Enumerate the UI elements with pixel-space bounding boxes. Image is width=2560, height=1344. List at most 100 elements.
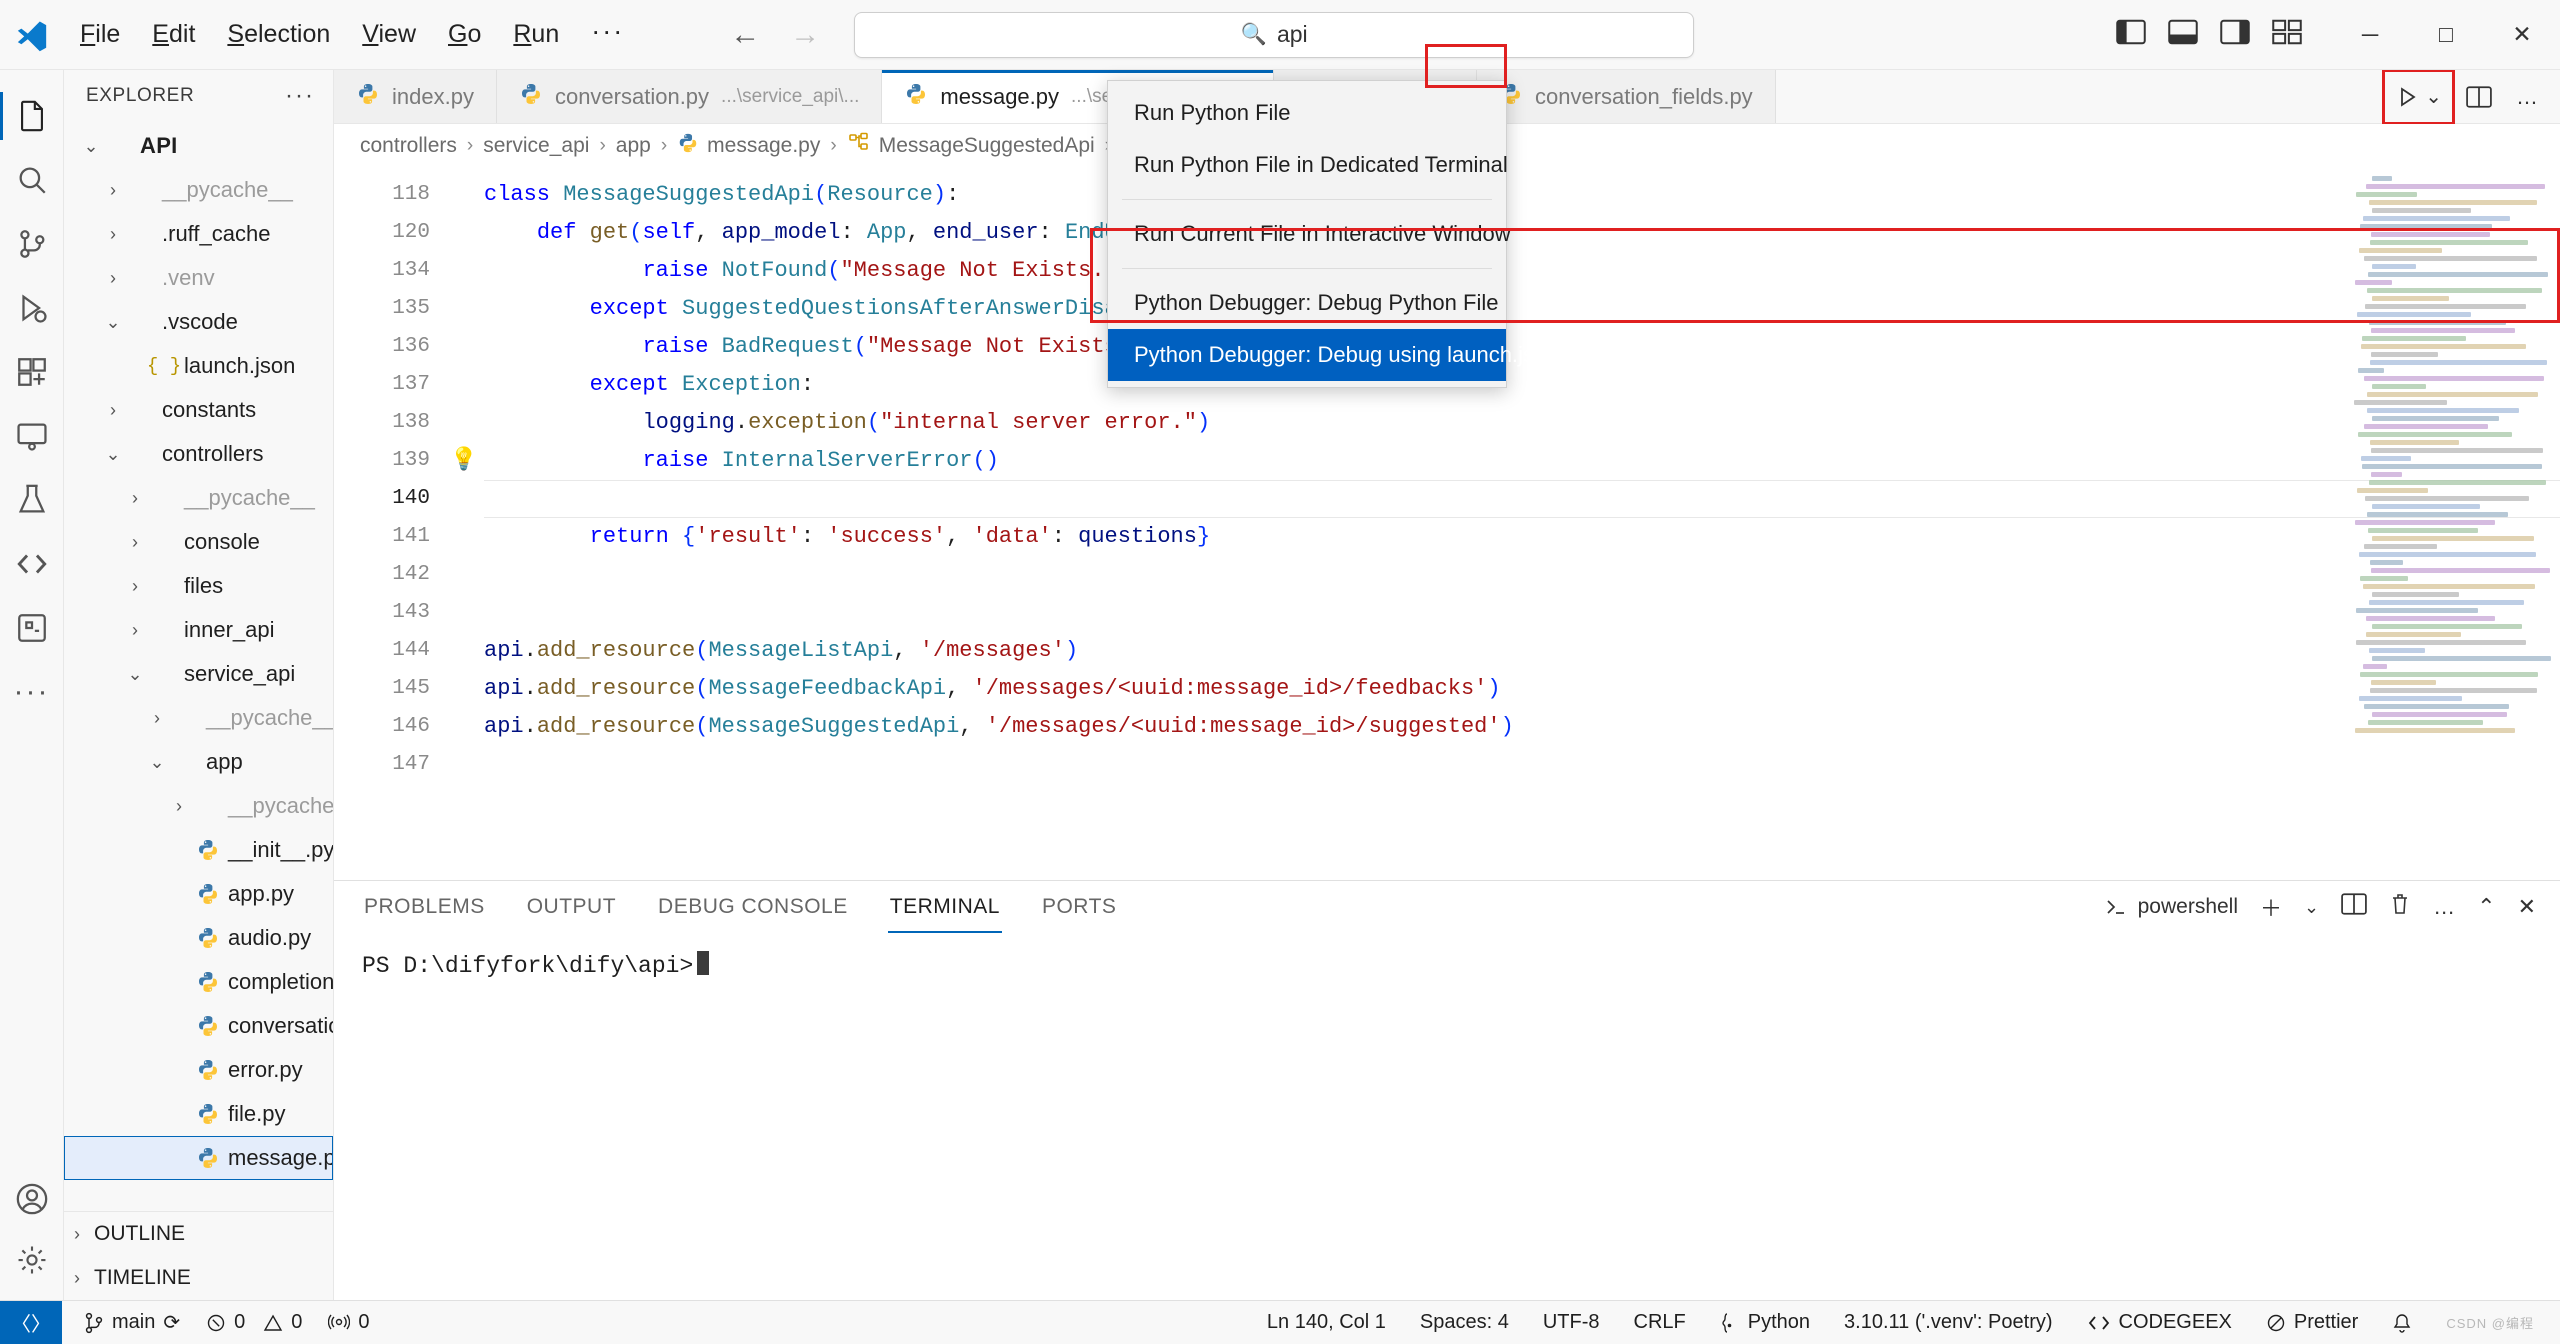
tree-item-app-py[interactable]: app.py xyxy=(64,872,333,916)
panel-tab-ports[interactable]: PORTS xyxy=(1040,881,1118,933)
activity-sql-tools[interactable] xyxy=(0,596,64,660)
section-timeline[interactable]: › TIMELINE xyxy=(64,1256,333,1300)
toggle-secondary-sidebar-icon[interactable] xyxy=(2220,19,2250,50)
code-line[interactable]: raise InternalServerError() xyxy=(484,442,2560,480)
tree-item-completion-py[interactable]: completion.py xyxy=(64,960,333,1004)
activity-run-and-debug[interactable] xyxy=(0,276,64,340)
status-problems[interactable]: 0 0 xyxy=(206,1311,302,1334)
menu-more[interactable]: ··· xyxy=(575,16,640,53)
status-ports[interactable]: 0 xyxy=(328,1311,370,1334)
tree-item-console[interactable]: › console xyxy=(64,520,333,564)
run-menu-item-1[interactable]: Run Python File in Dedicated Terminal xyxy=(1108,139,1508,191)
tree-item-inner-api[interactable]: › inner_api xyxy=(64,608,333,652)
tree-item-constants[interactable]: › constants xyxy=(64,388,333,432)
tree-item-audio-py[interactable]: audio.py xyxy=(64,916,333,960)
code-line[interactable]: api.add_resource(MessageFeedbackApi, '/m… xyxy=(484,670,2560,708)
tree-item-message-py[interactable]: message.py xyxy=(64,1136,333,1180)
status-interpreter[interactable]: 3.10.11 ('.venv': Poetry) xyxy=(1844,1311,2052,1334)
code-line[interactable]: api.add_resource(MessageSuggestedApi, '/… xyxy=(484,708,2560,746)
status-indentation[interactable]: Spaces: 4 xyxy=(1420,1311,1509,1334)
lightbulb-icon[interactable]: 💡 xyxy=(444,442,484,480)
tree-item-service-api[interactable]: ⌄ service_api xyxy=(64,652,333,696)
close-button[interactable]: ✕ xyxy=(2484,0,2560,70)
status-prettier[interactable]: Prettier xyxy=(2266,1311,2358,1334)
status-notifications[interactable] xyxy=(2392,1312,2412,1334)
breadcrumb-item-service-api[interactable]: service_api xyxy=(483,134,589,158)
tree-item---pycache--[interactable]: › __pycache__ xyxy=(64,168,333,212)
activity-source-control[interactable] xyxy=(0,212,64,276)
run-dropdown-chevron-icon[interactable]: ⌄ xyxy=(2425,84,2442,109)
activity-extensions[interactable] xyxy=(0,340,64,404)
explorer-more-icon[interactable]: ··· xyxy=(285,82,315,110)
tree-item-launch-json[interactable]: { } launch.json xyxy=(64,344,333,388)
breadcrumb-item-message-py[interactable]: message.py xyxy=(677,132,820,160)
tree-item---init---py[interactable]: __init__.py xyxy=(64,828,333,872)
terminal-content[interactable]: PS D:\difyfork\dify\api> xyxy=(334,933,2560,1300)
panel-tab-debug-console[interactable]: DEBUG CONSOLE xyxy=(656,881,850,933)
panel-tab-output[interactable]: OUTPUT xyxy=(525,881,618,933)
toggle-primary-sidebar-icon[interactable] xyxy=(2116,19,2146,50)
panel-more-actions-button[interactable]: … xyxy=(2433,894,2455,920)
tree-item---pycache--[interactable]: › __pycache__ xyxy=(64,476,333,520)
activity-remote-explorer[interactable] xyxy=(0,404,64,468)
code-line[interactable] xyxy=(484,746,2560,784)
code-line[interactable] xyxy=(484,594,2560,632)
activity-more-views[interactable]: ··· xyxy=(0,660,64,724)
status-branch[interactable]: main ⟳ xyxy=(84,1310,180,1335)
tree-item---pycache--[interactable]: › __pycache__ xyxy=(64,696,333,740)
panel-tab-terminal[interactable]: TERMINAL xyxy=(887,881,1003,933)
code-line[interactable]: class MessageSuggestedApi(Resource): xyxy=(484,176,2560,214)
run-menu-item-4[interactable]: Python Debugger: Debug using launch.json xyxy=(1108,329,1558,381)
code-line[interactable] xyxy=(484,556,2560,594)
split-terminal-button[interactable] xyxy=(2341,893,2367,921)
kill-terminal-button[interactable] xyxy=(2389,892,2411,922)
run-or-debug-button[interactable]: ⌄ xyxy=(2382,68,2455,125)
tree-item-error-py[interactable]: error.py xyxy=(64,1048,333,1092)
maximize-button[interactable]: □ xyxy=(2408,0,2484,70)
new-terminal-button[interactable]: ＋ xyxy=(2260,891,2282,923)
breadcrumb-item-messagesuggestedapi[interactable]: MessageSuggestedApi xyxy=(847,131,1095,161)
toggle-panel-icon[interactable] xyxy=(2168,19,2198,50)
tree-item-controllers[interactable]: ⌄ controllers xyxy=(64,432,333,476)
breadcrumb-item-app[interactable]: app xyxy=(616,134,651,158)
menu-go[interactable]: Go xyxy=(432,14,497,55)
editor-tab-conversation-py[interactable]: conversation.py ...\service_api\... xyxy=(496,70,883,123)
tree-item---pycache--[interactable]: › __pycache__ xyxy=(64,784,333,828)
tree-item--vscode[interactable]: ⌄ .vscode xyxy=(64,300,333,344)
activity-testing[interactable] xyxy=(0,468,64,532)
tree-item-conversation-py[interactable]: conversation.py xyxy=(64,1004,333,1048)
menu-view[interactable]: View xyxy=(346,14,432,55)
code-line[interactable]: api.add_resource(MessageListApi, '/messa… xyxy=(484,632,2560,670)
status-eol[interactable]: CRLF xyxy=(1634,1311,1686,1334)
editor-tab-index-py[interactable]: index.py xyxy=(334,70,497,123)
tree-item-files[interactable]: › files xyxy=(64,564,333,608)
customize-layout-icon[interactable] xyxy=(2272,19,2302,50)
menu-file[interactable]: File xyxy=(64,14,136,55)
tree-item--ruff-cache[interactable]: › .ruff_cache xyxy=(64,212,333,256)
menu-selection[interactable]: Selection xyxy=(211,14,346,55)
activity-accounts[interactable] xyxy=(0,1172,64,1236)
code-line[interactable]: logging.exception("internal server error… xyxy=(484,404,2560,442)
tree-item-app[interactable]: ⌄ app xyxy=(64,740,333,784)
tree-item-file-py[interactable]: file.py xyxy=(64,1092,333,1136)
menu-run[interactable]: Run xyxy=(497,14,575,55)
status-cursor-position[interactable]: Ln 140, Col 1 xyxy=(1267,1311,1386,1334)
activity-explorer[interactable] xyxy=(0,84,64,148)
status-language-mode[interactable]: Python xyxy=(1720,1311,1810,1334)
tree-item--venv[interactable]: › .venv xyxy=(64,256,333,300)
status-codegeex[interactable]: CODEGEEX xyxy=(2087,1311,2232,1334)
code-line[interactable] xyxy=(484,480,2560,518)
editor-tab-conversation-fields-py[interactable]: conversation_fields.py xyxy=(1477,70,1776,123)
tree-item-api[interactable]: ⌄ API xyxy=(64,124,333,168)
section-outline[interactable]: › OUTLINE xyxy=(64,1212,333,1256)
code-line[interactable]: return {'result': 'success', 'data': que… xyxy=(484,518,2560,556)
minimize-button[interactable]: ─ xyxy=(2332,0,2408,70)
panel-tab-problems[interactable]: PROBLEMS xyxy=(362,881,487,933)
sync-icon[interactable]: ⟳ xyxy=(163,1310,180,1335)
activity-search[interactable] xyxy=(0,148,64,212)
status-encoding[interactable]: UTF-8 xyxy=(1543,1311,1600,1334)
menu-edit[interactable]: Edit xyxy=(136,14,211,55)
breadcrumb-item-controllers[interactable]: controllers xyxy=(360,134,457,158)
activity-codegeex[interactable] xyxy=(0,532,64,596)
activity-settings[interactable] xyxy=(0,1236,64,1300)
